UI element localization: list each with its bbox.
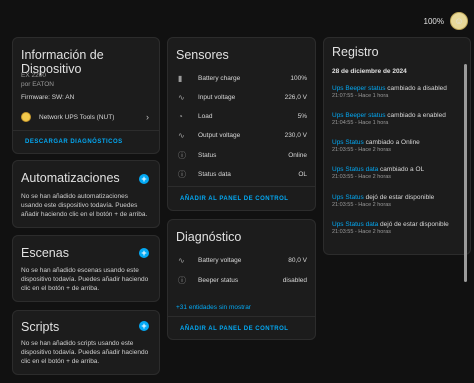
log-entry: Ups Status cambiado a Online 21:03:55 - … (332, 139, 460, 153)
diagnostic-label: Battery voltage (198, 257, 242, 264)
log-time: 21:04:55 - Hace 1 hora (332, 120, 389, 126)
log-entity-link[interactable]: Ups Status data (332, 221, 378, 228)
log-time: 21:03:55 - Hace 2 horas (332, 229, 392, 235)
log-action: cambiado a Online (363, 139, 420, 146)
info-icon: ⓘ (178, 151, 186, 160)
battery-icon: ▮ (178, 74, 183, 83)
log-date: 28 de diciembre de 2024 (332, 68, 407, 75)
log-entity-link[interactable]: Ups Status data (332, 166, 378, 173)
sensor-value: Online (288, 152, 307, 159)
diagnostic-row[interactable]: ∿ Battery voltage 80,0 V (178, 256, 307, 265)
log-entity-link[interactable]: Ups Beeper status (332, 112, 385, 119)
device-model: EX 2200 (21, 72, 46, 79)
sensor-value: 100% (290, 75, 307, 82)
device-firmware: Firmware: SW: AN (21, 94, 75, 101)
sensor-value: 5% (297, 113, 307, 120)
sensors-title: Sensores (176, 48, 229, 62)
diagnostic-row[interactable]: ⓘ Beeper status disabled (178, 275, 307, 286)
sensor-label: Status data (198, 171, 231, 178)
add-to-dashboard-button[interactable]: AÑADIR AL PANEL DE CONTROL (180, 196, 288, 202)
sensor-label: Load (198, 113, 213, 120)
battery-percentage: 100% (423, 16, 444, 26)
sensor-row[interactable]: ⓘ Status Online (178, 150, 307, 161)
sensor-value: 230,0 V (284, 132, 307, 139)
show-hidden-entities-link[interactable]: +31 entidades sin mostrar (176, 304, 251, 311)
sensor-row[interactable]: ◔ Load 5% (178, 112, 307, 121)
log-entry: Ups Beeper status cambiado a disabled 21… (332, 85, 460, 99)
log-entry: Ups Status data cambiado a OL 21:03:55 -… (332, 166, 460, 180)
sensor-label: Output voltage (198, 132, 241, 139)
log-entry: Ups Beeper status cambiado a enabled 21:… (332, 112, 460, 126)
integration-row[interactable]: Network UPS Tools (NUT) › (21, 112, 149, 122)
sine-wave-icon: ∿ (178, 93, 185, 102)
nut-logo-icon (21, 112, 31, 122)
log-entity-link[interactable]: Ups Status (332, 194, 364, 201)
log-entry: Ups Status data dejó de estar disponible… (332, 221, 460, 235)
log-card: Registro 28 de diciembre de 2024 Ups Bee… (323, 37, 471, 282)
log-action: dejó de estar disponible (363, 194, 435, 201)
log-time: 21:03:55 - Hace 2 horas (332, 202, 392, 208)
scenes-title: Escenas (21, 246, 69, 260)
log-title: Registro (332, 45, 379, 59)
device-manufacturer: por EATON (21, 81, 54, 88)
sensor-value: 226,0 V (284, 94, 307, 101)
sensor-row[interactable]: ⓘ Status data OL (178, 169, 307, 180)
log-entity-link[interactable]: Ups Beeper status (332, 85, 385, 92)
integration-label: Network UPS Tools (NUT) (39, 113, 115, 121)
sine-wave-icon: ∿ (178, 131, 185, 140)
log-time: 21:03:55 - Hace 2 horas (332, 174, 392, 180)
download-diagnostics-button[interactable]: DESCARGAR DIAGNÓSTICOS (25, 139, 123, 145)
log-time: 21:07:55 - Hace 1 hora (332, 93, 389, 99)
log-action: dejó de estar disponible (378, 221, 449, 228)
automations-title: Automatizaciones (21, 171, 120, 185)
log-entry: Ups Status dejó de estar disponible 21:0… (332, 194, 460, 208)
scenes-card: Escenas + No se han añadido escenas usan… (12, 235, 160, 302)
sine-wave-icon: ∿ (178, 256, 185, 265)
divider (168, 186, 315, 187)
sensor-row[interactable]: ∿ Output voltage 230,0 V (178, 131, 307, 140)
sensors-card: Sensores ▮ Battery charge 100% ∿ Input v… (167, 37, 316, 211)
scripts-card: Scripts + No se han añadido scripts usan… (12, 310, 160, 375)
top-bar: 100% ☺ (424, 12, 468, 30)
diagnostic-label: Beeper status (198, 277, 239, 284)
info-icon: ⓘ (178, 170, 186, 179)
log-time: 21:03:55 - Hace 2 horas (332, 147, 392, 153)
diagnostics-title: Diagnóstico (176, 230, 242, 244)
gauge-icon: ◔ (178, 112, 183, 121)
info-icon: ⓘ (178, 276, 186, 285)
avatar[interactable]: ☺ (450, 12, 468, 30)
log-scrollbar[interactable] (464, 64, 467, 282)
scripts-empty-text: No se han añadido scripts usando este di… (21, 340, 149, 365)
scripts-title: Scripts (21, 320, 60, 334)
device-info-card: Información de Dispositivo EX 2200 por E… (12, 37, 160, 154)
add-to-dashboard-button[interactable]: AÑADIR AL PANEL DE CONTROL (180, 326, 288, 332)
diagnostic-value: disabled (282, 277, 307, 284)
diagnostic-value: 80,0 V (288, 257, 307, 264)
log-action: cambiado a enabled (385, 112, 446, 119)
log-entity-link[interactable]: Ups Status (332, 139, 364, 146)
automations-empty-text: No se han añadido automatizaciones usand… (21, 193, 148, 218)
sensor-value: OL (298, 171, 307, 178)
divider (168, 316, 315, 317)
sensor-label: Input voltage (198, 94, 236, 101)
sensor-row[interactable]: ▮ Battery charge 100% (178, 74, 307, 83)
add-scene-button[interactable]: + (139, 248, 149, 258)
sensor-label: Battery charge (198, 75, 241, 82)
automations-card: Automatizaciones + No se han añadido aut… (12, 160, 160, 228)
sensor-row[interactable]: ∿ Input voltage 226,0 V (178, 93, 307, 102)
chevron-right-icon: › (146, 112, 149, 122)
divider (13, 130, 159, 131)
add-script-button[interactable]: + (139, 321, 149, 331)
add-automation-button[interactable]: + (139, 174, 149, 184)
log-action: cambiado a disabled (385, 85, 447, 92)
log-action: cambiado a OL (378, 166, 425, 173)
sensor-label: Status (198, 152, 217, 159)
scenes-empty-text: No se han añadido escenas usando este di… (21, 267, 149, 292)
diagnostics-card: Diagnóstico ∿ Battery voltage 80,0 V ⓘ B… (167, 219, 316, 340)
